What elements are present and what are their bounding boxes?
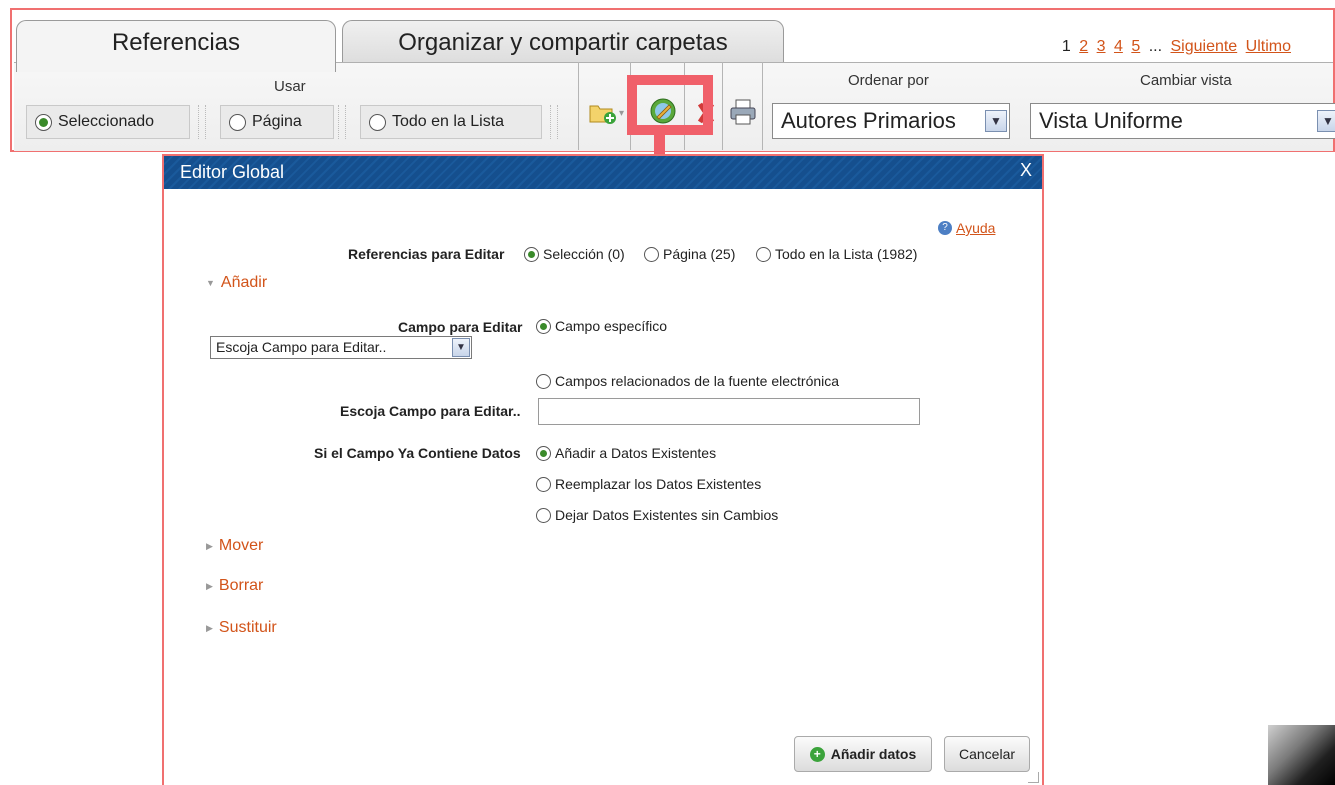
section-add[interactable]: ▼ Añadir	[206, 274, 267, 292]
radio-icon	[524, 246, 539, 262]
use-page-label: Página	[252, 113, 302, 130]
use-selected-option[interactable]: Seleccionado	[26, 105, 190, 139]
resize-handle[interactable]	[1028, 772, 1039, 783]
triangle-right-icon: ▶	[206, 540, 213, 551]
radio-icon	[369, 113, 386, 131]
view-label: Cambiar vista	[1140, 72, 1232, 89]
section-move-label: Mover	[218, 537, 264, 554]
chevron-down-icon: ▼	[1317, 110, 1335, 132]
section-delete-label: Borrar	[218, 577, 264, 594]
triangle-down-icon: ▼	[206, 278, 215, 288]
pagination: 1 2 3 4 5 ... Siguiente Ultimo	[1058, 38, 1291, 56]
sort-label: Ordenar por	[848, 72, 929, 89]
grip-handle	[338, 105, 346, 139]
dialog-title-bar: Editor Global X	[164, 156, 1042, 189]
plus-icon: +	[809, 746, 825, 762]
cancel-button[interactable]: Cancelar	[944, 736, 1030, 772]
section-move[interactable]: ▶ Mover	[206, 537, 263, 555]
radio-icon	[35, 113, 52, 131]
refs-page-label: Página (25)	[663, 246, 736, 262]
radio-icon	[536, 373, 551, 389]
page-current: 1	[1061, 38, 1071, 55]
choose-field-label: Escoja Campo para Editar..	[340, 403, 521, 419]
help-icon: ?	[938, 221, 952, 235]
existing-append-radio[interactable]: Añadir a Datos Existentes	[536, 445, 716, 461]
page-link-4[interactable]: 4	[1114, 38, 1123, 55]
existing-replace-radio[interactable]: Reemplazar los Datos Existentes	[536, 476, 761, 492]
chevron-down-icon: ▼	[452, 338, 470, 357]
existing-keep-radio[interactable]: Dejar Datos Existentes sin Cambios	[536, 507, 778, 523]
print-icon[interactable]	[728, 98, 758, 131]
use-page-option[interactable]: Página	[220, 105, 334, 139]
refs-all-label: Todo en la Lista (1982)	[775, 246, 918, 262]
existing-keep-label: Dejar Datos Existentes sin Cambios	[555, 507, 779, 523]
triangle-right-icon: ▶	[206, 580, 213, 591]
tab-referencias[interactable]: Referencias	[16, 20, 336, 72]
page-link-5[interactable]: 5	[1131, 38, 1140, 55]
add-to-folder-icon[interactable]	[588, 100, 618, 131]
global-editor-dialog: Editor Global X ? Ayuda Referencias para…	[162, 154, 1044, 785]
choose-field-input[interactable]	[538, 398, 920, 425]
section-replace[interactable]: ▶ Sustituir	[206, 619, 277, 637]
page-ellipsis: ...	[1148, 38, 1163, 55]
refs-selection-radio[interactable]: Selección (0)	[524, 246, 625, 262]
field-specific-radio[interactable]: Campo específico	[536, 318, 667, 334]
sort-value: Autores Primarios	[781, 108, 956, 133]
radio-icon	[536, 507, 551, 523]
existing-data-label: Si el Campo Ya Contiene Datos	[314, 445, 521, 461]
existing-replace-label: Reemplazar los Datos Existentes	[555, 476, 762, 492]
radio-icon	[229, 113, 246, 131]
view-select[interactable]: Vista Uniforme ▼	[1030, 103, 1335, 139]
help-link-wrap: ? Ayuda	[938, 220, 995, 236]
section-delete[interactable]: ▶ Borrar	[206, 577, 263, 595]
view-value: Vista Uniforme	[1039, 108, 1183, 133]
refs-to-edit-label: Referencias para Editar	[348, 246, 505, 262]
add-data-button[interactable]: + Añadir datos	[794, 736, 932, 772]
close-button[interactable]: X	[1020, 156, 1032, 184]
refs-all-radio[interactable]: Todo en la Lista (1982)	[756, 246, 917, 262]
dialog-title: Editor Global	[180, 162, 285, 182]
page-link-2[interactable]: 2	[1079, 38, 1088, 55]
add-data-label: Añadir datos	[830, 746, 917, 762]
radio-icon	[536, 445, 551, 461]
refs-selection-label: Selección (0)	[543, 246, 625, 262]
field-specific-label: Campo específico	[555, 318, 668, 334]
use-all-label: Todo en la Lista	[392, 113, 505, 130]
use-selected-label: Seleccionado	[58, 113, 155, 130]
chevron-down-icon: ▼	[985, 110, 1007, 132]
divider	[722, 62, 723, 150]
existing-append-label: Añadir a Datos Existentes	[555, 445, 717, 461]
last-page-link[interactable]: Ultimo	[1246, 38, 1291, 55]
cancel-label: Cancelar	[958, 746, 1016, 762]
field-select-value: Escoja Campo para Editar..	[216, 339, 387, 355]
highlight-box	[627, 75, 713, 135]
section-add-label: Añadir	[220, 274, 268, 291]
triangle-right-icon: ▶	[206, 622, 213, 633]
field-related-label: Campos relacionados de la fuente electró…	[555, 373, 840, 389]
grip-handle	[198, 105, 206, 139]
folder-dropdown-icon[interactable]: ▾	[619, 108, 624, 119]
divider	[578, 62, 579, 150]
references-toolbar: Referencias Organizar y compartir carpet…	[10, 8, 1335, 152]
field-to-edit-label: Campo para Editar	[398, 319, 523, 335]
next-page-link[interactable]: Siguiente	[1170, 38, 1237, 55]
sort-select[interactable]: Autores Primarios ▼	[772, 103, 1010, 139]
divider	[762, 62, 763, 150]
radio-icon	[536, 318, 551, 334]
section-replace-label: Sustituir	[218, 619, 277, 636]
radio-icon	[644, 246, 659, 262]
usar-label: Usar	[274, 78, 306, 95]
radio-icon	[756, 246, 771, 262]
field-related-radio[interactable]: Campos relacionados de la fuente electró…	[536, 373, 839, 389]
radio-icon	[536, 476, 551, 492]
help-link[interactable]: Ayuda	[956, 220, 995, 236]
refs-page-radio[interactable]: Página (25)	[644, 246, 735, 262]
field-select[interactable]: Escoja Campo para Editar.. ▼	[210, 336, 472, 359]
grip-handle	[550, 105, 558, 139]
page-link-3[interactable]: 3	[1097, 38, 1106, 55]
use-all-option[interactable]: Todo en la Lista	[360, 105, 542, 139]
corner-logo	[1268, 725, 1335, 785]
